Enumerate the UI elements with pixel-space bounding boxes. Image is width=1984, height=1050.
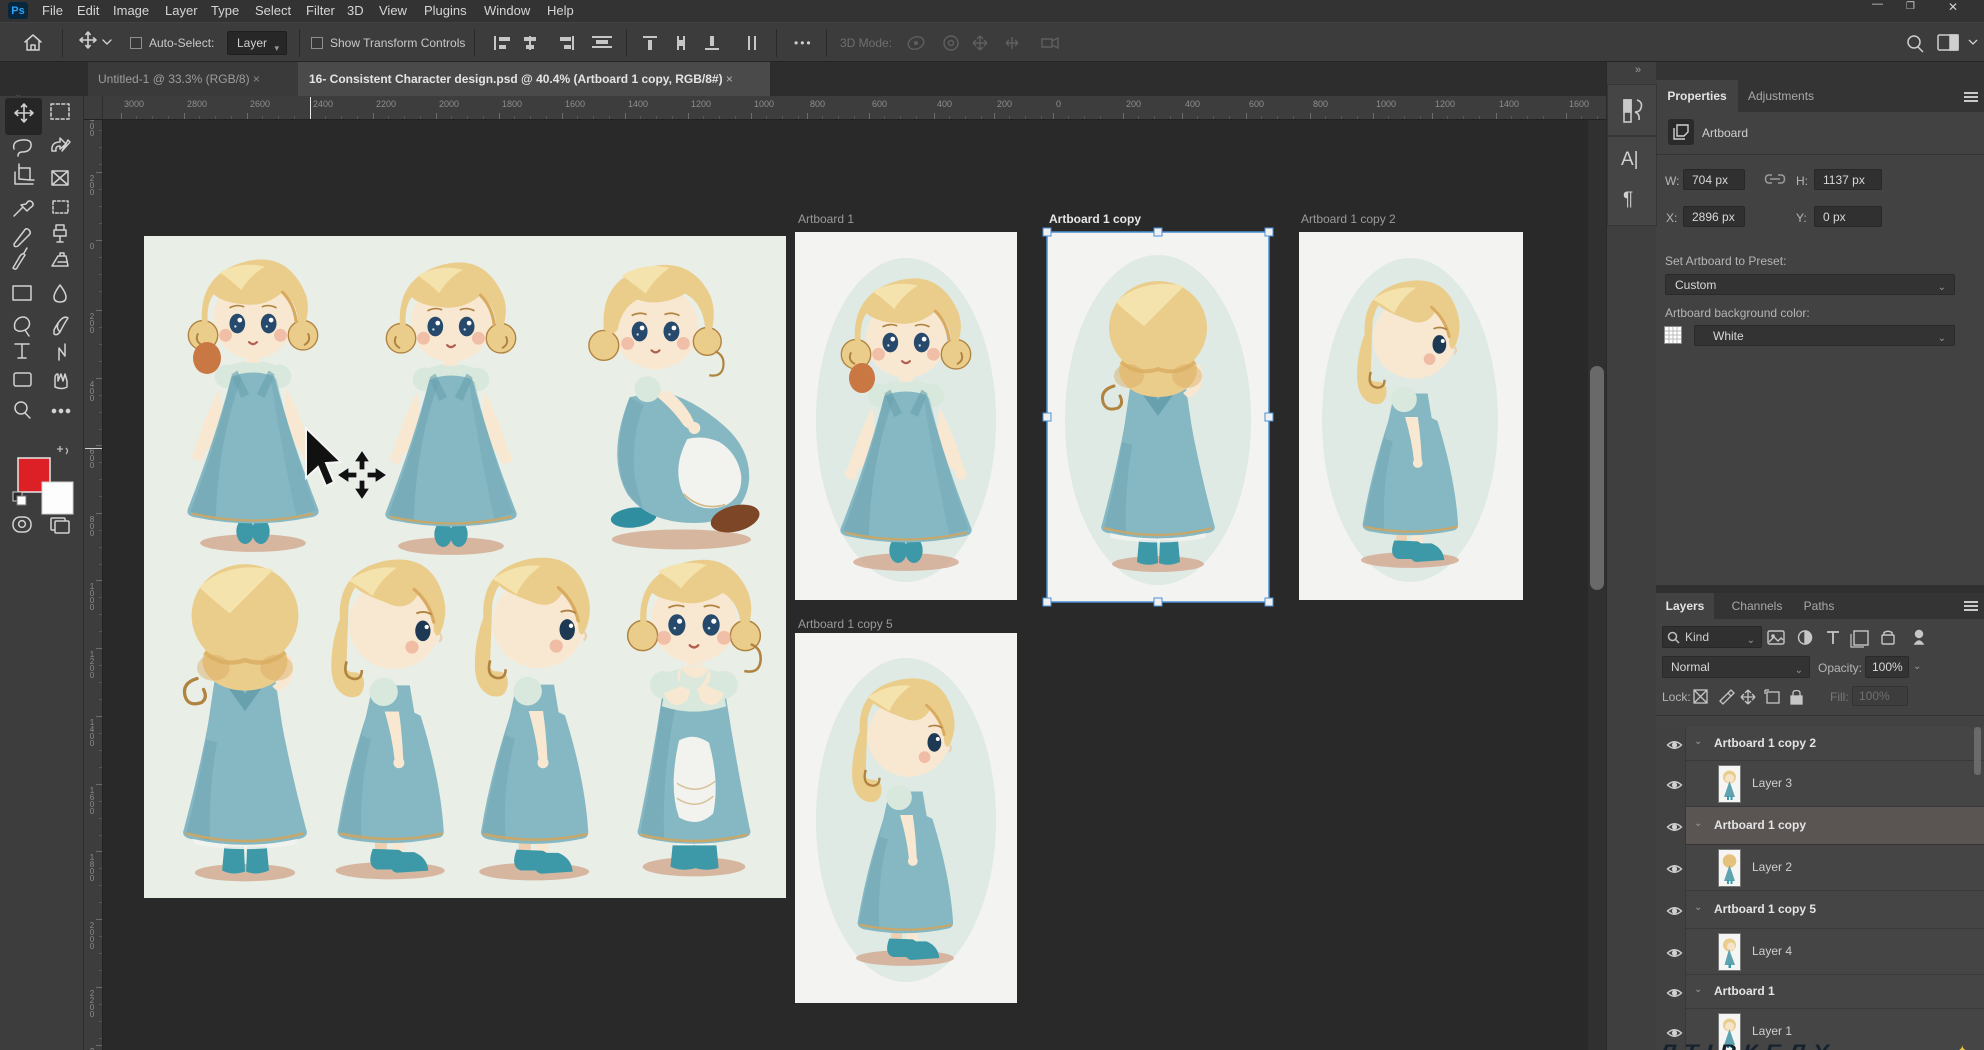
- svg-text:Artboard 1 copy: Artboard 1 copy: [1049, 212, 1141, 226]
- svg-text:Artboard 1 copy 5: Artboard 1 copy 5: [798, 617, 893, 631]
- svg-text:Artboard 1 copy 2: Artboard 1 copy 2: [1301, 212, 1396, 226]
- svg-text:Artboard 1: Artboard 1: [798, 212, 854, 226]
